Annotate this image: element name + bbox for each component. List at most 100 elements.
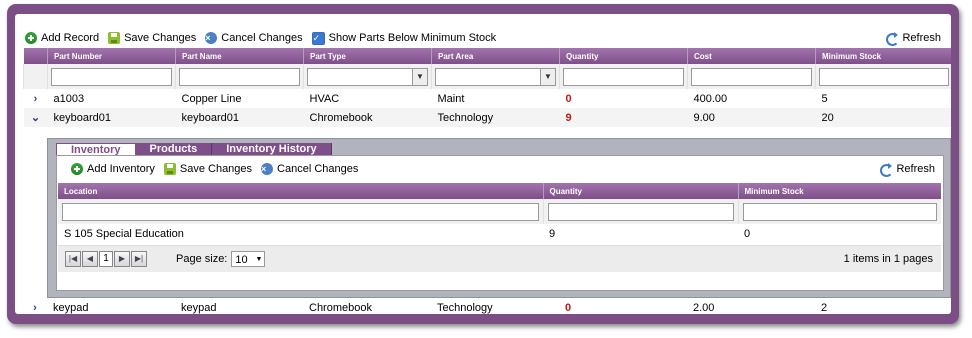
add-record-button[interactable]: Add Record — [25, 32, 99, 44]
save-icon — [163, 163, 176, 175]
column-header-quantity[interactable]: Quantity — [559, 48, 688, 64]
refresh-button[interactable]: Refresh — [886, 32, 941, 46]
filter-quantity[interactable] — [563, 67, 684, 86]
cell-part-area: Technology — [431, 108, 560, 127]
inventory-grid: Location Quantity Minimum Stock S 105 Sp… — [58, 183, 941, 244]
cell-part-type: Chromebook — [303, 108, 432, 127]
inventory-header-row: Location Quantity Minimum Stock — [58, 183, 941, 199]
inventory-panel: Add Inventory Save Changes × Cancel Chan… — [56, 155, 944, 291]
add-record-label: Add Record — [41, 32, 100, 44]
cancel-changes-button[interactable]: × Cancel Changes — [205, 32, 303, 44]
save-changes-button[interactable]: Save Changes — [163, 163, 253, 175]
add-icon — [71, 163, 83, 175]
inventory-filter-row — [58, 199, 941, 224]
current-page-number[interactable]: 1 — [99, 251, 113, 267]
cell-part-name: keyboard01 — [175, 108, 304, 127]
column-header-minimum-stock[interactable]: Minimum Stock — [737, 183, 941, 199]
prev-page-button[interactable]: ◀ — [82, 251, 98, 267]
pager-total-items: 1 — [843, 253, 850, 265]
cell-minimum-stock: 20 — [815, 108, 951, 127]
pager-items-text: items in — [852, 253, 891, 265]
table-row[interactable]: S 105 Special Education 9 0 — [58, 224, 941, 244]
cancel-changes-label: Cancel Changes — [221, 32, 303, 44]
add-inventory-button[interactable]: Add Inventory — [71, 163, 155, 175]
cell-cost: 2.00 — [693, 301, 715, 314]
save-changes-label: Save Changes — [179, 163, 253, 175]
table-row-expanded[interactable]: ⌄ keyboard01 keyboard01 Chromebook Techn… — [23, 108, 951, 127]
table-row[interactable]: › keypad keypad Chromebook Technology 0 … — [23, 298, 951, 314]
refresh-icon — [880, 163, 894, 177]
last-page-button[interactable]: ▶| — [131, 251, 147, 267]
cell-part-area: Technology — [437, 301, 493, 314]
page-size-value: 10 — [235, 254, 248, 266]
parts-grid-continued: › keypad keypad Chromebook Technology 0 … — [23, 298, 951, 314]
cell-location: S 105 Special Education — [64, 228, 184, 240]
first-page-button[interactable]: |◀ — [65, 251, 81, 267]
cell-part-type: HVAC — [309, 92, 340, 105]
cell-minimum-stock: 5 — [821, 92, 828, 105]
main-toolbar: Add Record Save Changes × Cancel Changes… — [25, 27, 505, 49]
pager-total-pages: 1 — [893, 253, 900, 265]
column-header-part-area[interactable]: Part Area — [431, 48, 560, 64]
column-header-part-type[interactable]: Part Type — [303, 48, 432, 64]
filter-cost[interactable] — [691, 67, 812, 86]
filter-part-type-dropdown[interactable] — [307, 67, 428, 86]
cell-minimum-stock: 2 — [821, 301, 828, 314]
cancel-icon: × — [205, 32, 218, 44]
inventory-refresh-button[interactable]: Refresh — [880, 163, 935, 177]
filter-minimum-stock[interactable] — [819, 67, 949, 86]
column-header-quantity[interactable]: Quantity — [542, 183, 738, 199]
next-page-button[interactable]: ▶ — [114, 251, 130, 267]
refresh-icon — [886, 32, 900, 46]
collapse-row-icon[interactable]: ⌄ — [23, 108, 48, 127]
pager: |◀ ◀ 1 ▶ ▶| Page size: 10 1 items in 1 p… — [58, 245, 941, 272]
filter-location[interactable] — [62, 202, 539, 221]
cell-quantity: 9 — [559, 108, 688, 127]
tab-inventory-history[interactable]: Inventory History — [212, 143, 332, 155]
cell-cost: 400.00 — [693, 92, 728, 105]
parts-grid: Part Number Part Name Part Type Part Are… — [23, 48, 951, 127]
cell-part-name: keypad — [181, 301, 217, 314]
cell-part-type: Chromebook — [309, 301, 372, 314]
expand-column-header — [23, 48, 48, 64]
show-parts-below-min-label: Show Parts Below Minimum Stock — [328, 32, 497, 44]
refresh-label: Refresh — [902, 32, 941, 44]
refresh-label: Refresh — [896, 163, 935, 175]
table-row[interactable]: › a1003 Copper Line HVAC Maint 0 400.00 … — [24, 89, 952, 108]
cancel-changes-button[interactable]: × Cancel Changes — [261, 163, 358, 175]
expand-row-icon[interactable]: › — [23, 298, 47, 314]
tab-products[interactable]: Products — [135, 143, 213, 155]
column-header-part-name[interactable]: Part Name — [175, 48, 304, 64]
add-icon — [25, 32, 37, 44]
cancel-icon: × — [261, 163, 274, 175]
filter-quantity[interactable] — [547, 202, 734, 221]
cell-part-number: a1003 — [53, 92, 85, 105]
column-header-part-number[interactable]: Part Number — [47, 48, 176, 64]
filter-part-area-dropdown[interactable] — [435, 67, 556, 86]
inventory-toolbar: Add Inventory Save Changes × Cancel Chan… — [71, 158, 367, 180]
cell-minimum-stock: 0 — [744, 228, 751, 240]
page-size-label: Page size: — [176, 253, 228, 265]
column-header-cost[interactable]: Cost — [687, 48, 816, 64]
cell-quantity: 0 — [565, 301, 572, 314]
filter-minimum-stock[interactable] — [742, 202, 937, 221]
show-parts-below-min-checkbox[interactable]: ✓ Show Parts Below Minimum Stock — [311, 31, 497, 45]
filter-part-name[interactable] — [179, 67, 300, 86]
main-panel: Add Record Save Changes × Cancel Changes… — [15, 14, 951, 314]
save-changes-label: Save Changes — [124, 32, 197, 44]
cell-part-number: keypad — [53, 301, 89, 314]
cell-quantity: 9 — [549, 228, 556, 240]
pager-info: 1 items in 1 pages — [844, 253, 933, 265]
column-header-minimum-stock[interactable]: Minimum Stock — [815, 48, 951, 64]
cell-cost: 9.00 — [687, 108, 816, 127]
filter-part-number[interactable] — [51, 67, 172, 86]
cell-part-number: keyboard01 — [47, 108, 176, 127]
filter-row — [23, 64, 951, 89]
save-changes-button[interactable]: Save Changes — [108, 32, 196, 44]
page-size-select[interactable]: 10 — [231, 251, 266, 268]
window-frame: Add Record Save Changes × Cancel Changes… — [7, 4, 959, 324]
cancel-changes-label: Cancel Changes — [277, 163, 359, 175]
pager-pages-text: pages — [903, 253, 933, 265]
column-header-location[interactable]: Location — [58, 183, 543, 199]
expand-row-icon[interactable]: › — [24, 89, 48, 108]
